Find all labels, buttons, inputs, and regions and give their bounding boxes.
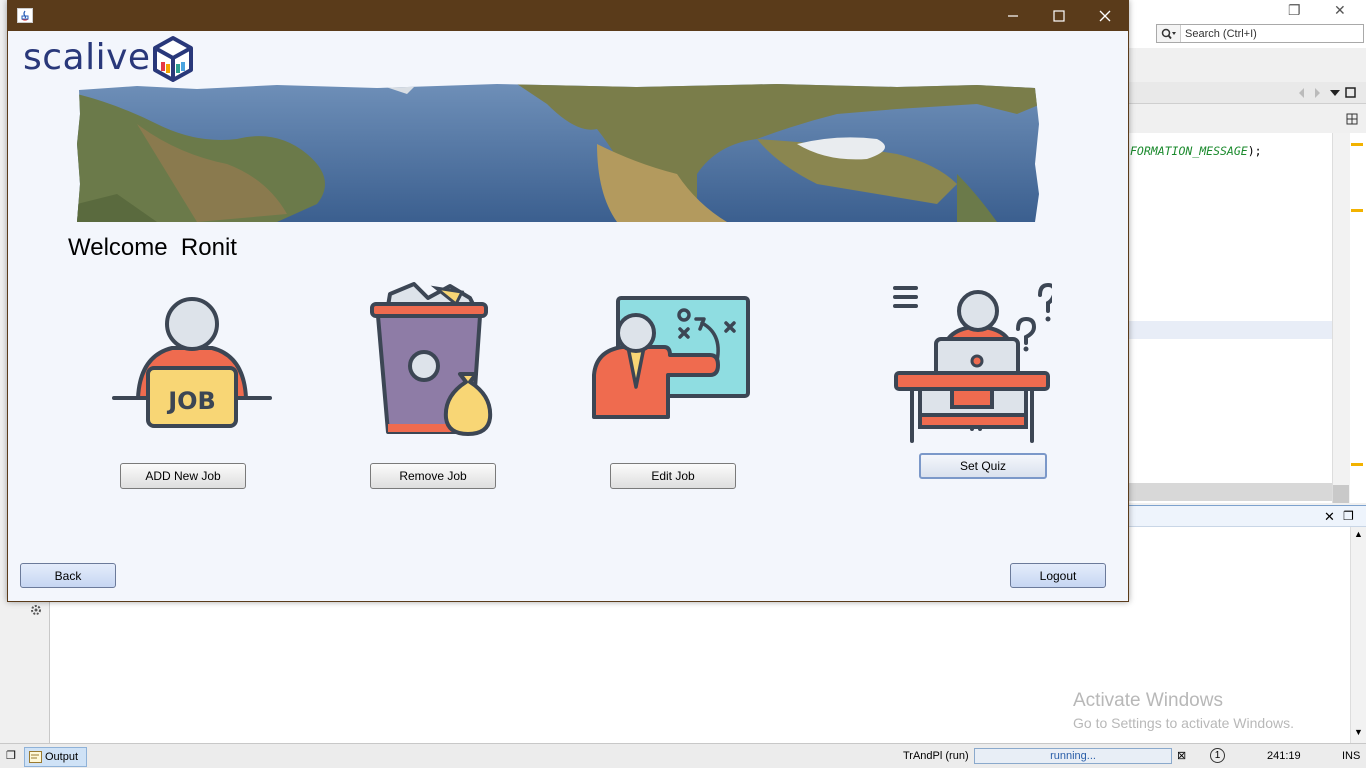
add-new-job-button[interactable]: ADD New Job bbox=[120, 463, 246, 489]
svg-text:JOB: JOB bbox=[166, 387, 216, 415]
ide-editor-tabs bbox=[1128, 82, 1366, 104]
world-map-banner bbox=[77, 84, 1041, 222]
editor-vertical-scrollbar[interactable] bbox=[1332, 133, 1350, 503]
settings-icon[interactable] bbox=[28, 603, 44, 617]
scroll-up-icon[interactable]: ▲ bbox=[1354, 529, 1363, 539]
welcome-heading: Welcome Ronit bbox=[68, 234, 237, 261]
output-close-icon[interactable]: ✕ bbox=[1324, 509, 1335, 525]
warning-marker[interactable] bbox=[1351, 463, 1363, 466]
cube-logo-icon bbox=[153, 36, 193, 82]
edit-job-button[interactable]: Edit Job bbox=[610, 463, 736, 489]
output-toolbar bbox=[24, 601, 50, 743]
ide-search-field[interactable]: Search (Ctrl+I) bbox=[1156, 24, 1364, 43]
code-line: FORMATION_MESSAGE); bbox=[1130, 144, 1262, 158]
notification-count: 1 bbox=[1214, 750, 1221, 761]
logo-text: scalive bbox=[23, 37, 151, 78]
warning-marker[interactable] bbox=[1351, 143, 1363, 146]
app-window: scalive Welcome Ronit JOB ADD New Job Re… bbox=[7, 0, 1129, 602]
expand-icon[interactable] bbox=[1346, 113, 1358, 125]
scrollbar-thumb[interactable] bbox=[1333, 485, 1349, 503]
panel-restore-icon[interactable]: ❐ bbox=[6, 749, 16, 762]
close-icon[interactable] bbox=[1082, 1, 1128, 31]
strategy-board-icon bbox=[592, 296, 750, 419]
output-restore-icon[interactable]: ❐ bbox=[1343, 509, 1354, 523]
logout-button[interactable]: Logout bbox=[1010, 563, 1106, 588]
output-scrollbar[interactable]: ▲ ▼ bbox=[1350, 527, 1366, 743]
output-tab[interactable]: Output bbox=[24, 747, 87, 767]
insert-mode: INS bbox=[1342, 750, 1361, 762]
ide-close-icon[interactable]: ✕ bbox=[1334, 2, 1346, 19]
cursor-position: 241:19 bbox=[1267, 750, 1301, 762]
back-button[interactable]: Back bbox=[20, 563, 116, 588]
output-panel-header: ✕ ❐ bbox=[1128, 505, 1366, 527]
set-quiz-button[interactable]: Set Quiz bbox=[919, 453, 1047, 479]
java-icon bbox=[17, 8, 33, 23]
stop-build-icon[interactable]: ⊠ bbox=[1177, 749, 1186, 762]
quiz-desk-icon bbox=[893, 283, 1052, 443]
ide-restore-icon[interactable]: ❐ bbox=[1288, 2, 1301, 19]
editor-horizontal-scrollbar[interactable] bbox=[1128, 483, 1332, 501]
remove-job-button[interactable]: Remove Job bbox=[370, 463, 496, 489]
output-tab-label: Output bbox=[45, 751, 79, 763]
run-progress[interactable]: running... bbox=[974, 748, 1172, 764]
search-placeholder: Search (Ctrl+I) bbox=[1185, 27, 1257, 40]
window-titlebar[interactable] bbox=[8, 1, 1128, 31]
scroll-down-icon[interactable]: ▼ bbox=[1354, 727, 1363, 737]
run-label: TrAndPl (run) bbox=[903, 750, 969, 762]
code-editor[interactable]: FORMATION_MESSAGE); bbox=[1128, 133, 1332, 503]
status-bar: ❐ Output TrAndPl (run) running... ⊠ 1 24… bbox=[0, 743, 1366, 768]
scalive-logo: scalive bbox=[23, 35, 198, 83]
search-icon[interactable] bbox=[1157, 25, 1181, 42]
tab-navigation-icon[interactable] bbox=[1298, 87, 1358, 99]
trash-bin-icon bbox=[370, 282, 493, 436]
minimize-icon[interactable] bbox=[990, 1, 1036, 31]
warning-marker[interactable] bbox=[1351, 209, 1363, 212]
maximize-icon[interactable] bbox=[1036, 1, 1082, 31]
job-seeker-icon: JOB bbox=[112, 297, 272, 428]
error-stripe bbox=[1350, 133, 1366, 503]
activate-windows-title: Activate Windows bbox=[1073, 690, 1223, 711]
output-window-icon bbox=[29, 751, 42, 763]
notification-icon[interactable]: 1 bbox=[1210, 748, 1225, 763]
activate-windows-subtitle: Go to Settings to activate Windows. bbox=[1073, 715, 1294, 731]
current-line-highlight bbox=[1128, 321, 1332, 339]
